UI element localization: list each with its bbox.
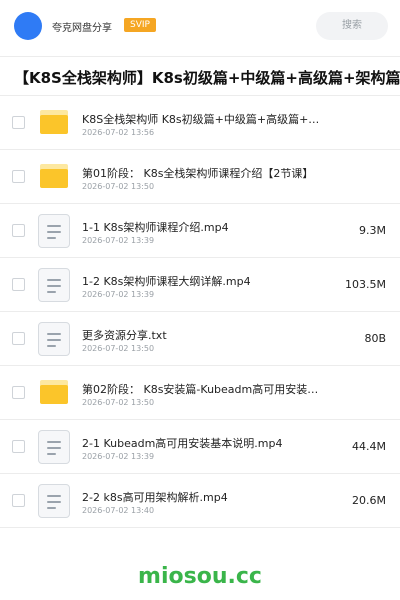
file-date: 2026-07-02 13:50 xyxy=(82,344,155,353)
list-item[interactable]: K8S全栈架构师 K8s初级篇+中级篇+高级篇+架构篇+源码篇 2026-07-… xyxy=(0,96,400,150)
file-name: 1-2 K8s架构师课程大纲详解.mp4 xyxy=(82,275,251,288)
checkbox[interactable] xyxy=(12,494,25,507)
file-name: 2-1 Kubeadm高可用安装基本说明.mp4 xyxy=(82,437,283,450)
file-name: 第01阶段： K8s全栈架构师课程介绍【2节课】 xyxy=(82,167,314,180)
document-icon xyxy=(38,322,70,356)
file-size: 44.4M xyxy=(352,440,386,453)
share-title-bar: 【K8S全栈架构师】K8s初级篇+中级篇+高级篇+架构篇+源 xyxy=(0,56,400,96)
file-size: 80B xyxy=(364,332,386,345)
file-size: 20.6M xyxy=(352,494,386,507)
list-item[interactable]: 第02阶段： K8s安装篇-Kubeadm高可用安装【6节课】 2026-07-… xyxy=(0,366,400,420)
folder-icon xyxy=(40,110,68,134)
list-item[interactable]: 2-2 k8s高可用架构解析.mp4 2026-07-02 13:40 20.6… xyxy=(0,474,400,528)
checkbox[interactable] xyxy=(12,278,25,291)
file-list: K8S全栈架构师 K8s初级篇+中级篇+高级篇+架构篇+源码篇 2026-07-… xyxy=(0,96,400,528)
file-date: 2026-07-02 13:56 xyxy=(82,128,155,137)
checkbox[interactable] xyxy=(12,440,25,453)
list-item[interactable]: 更多资源分享.txt 2026-07-02 13:50 80B xyxy=(0,312,400,366)
checkbox[interactable] xyxy=(12,170,25,183)
file-date: 2026-07-02 13:39 xyxy=(82,236,155,245)
checkbox[interactable] xyxy=(12,116,25,129)
file-size: 9.3M xyxy=(359,224,386,237)
header: 夸克网盘分享 SVIP 搜索 xyxy=(0,0,400,54)
file-name: 1-1 K8s架构师课程介绍.mp4 xyxy=(82,221,229,234)
file-date: 2026-07-02 13:50 xyxy=(82,182,155,191)
document-icon xyxy=(38,430,70,464)
file-name: 2-2 k8s高可用架构解析.mp4 xyxy=(82,491,228,504)
file-name: 更多资源分享.txt xyxy=(82,329,167,342)
file-name: K8S全栈架构师 K8s初级篇+中级篇+高级篇+架构篇+源码篇 xyxy=(82,113,322,126)
checkbox[interactable] xyxy=(12,224,25,237)
user-name: 夸克网盘分享 xyxy=(52,23,112,34)
file-name: 第02阶段： K8s安装篇-Kubeadm高可用安装【6节课】 xyxy=(82,383,322,396)
file-date: 2026-07-02 13:40 xyxy=(82,506,155,515)
file-date: 2026-07-02 13:39 xyxy=(82,290,155,299)
list-item[interactable]: 2-1 Kubeadm高可用安装基本说明.mp4 2026-07-02 13:3… xyxy=(0,420,400,474)
document-icon xyxy=(38,268,70,302)
file-size: 103.5M xyxy=(345,278,386,291)
document-icon xyxy=(38,214,70,248)
share-title: 【K8S全栈架构师】K8s初级篇+中级篇+高级篇+架构篇+源 xyxy=(14,69,400,87)
search-button[interactable]: 搜索 xyxy=(316,12,388,40)
checkbox[interactable] xyxy=(12,332,25,345)
file-date: 2026-07-02 13:50 xyxy=(82,398,155,407)
document-icon xyxy=(38,484,70,518)
list-item[interactable]: 1-1 K8s架构师课程介绍.mp4 2026-07-02 13:39 9.3M xyxy=(0,204,400,258)
folder-icon xyxy=(40,380,68,404)
list-item[interactable]: 第01阶段： K8s全栈架构师课程介绍【2节课】 2026-07-02 13:5… xyxy=(0,150,400,204)
folder-icon xyxy=(40,164,68,188)
list-item[interactable]: 1-2 K8s架构师课程大纲详解.mp4 2026-07-02 13:39 10… xyxy=(0,258,400,312)
watermark: miosou.cc xyxy=(138,564,262,589)
avatar[interactable] xyxy=(14,12,42,40)
file-date: 2026-07-02 13:39 xyxy=(82,452,155,461)
checkbox[interactable] xyxy=(12,386,25,399)
svip-badge: SVIP xyxy=(124,18,156,32)
